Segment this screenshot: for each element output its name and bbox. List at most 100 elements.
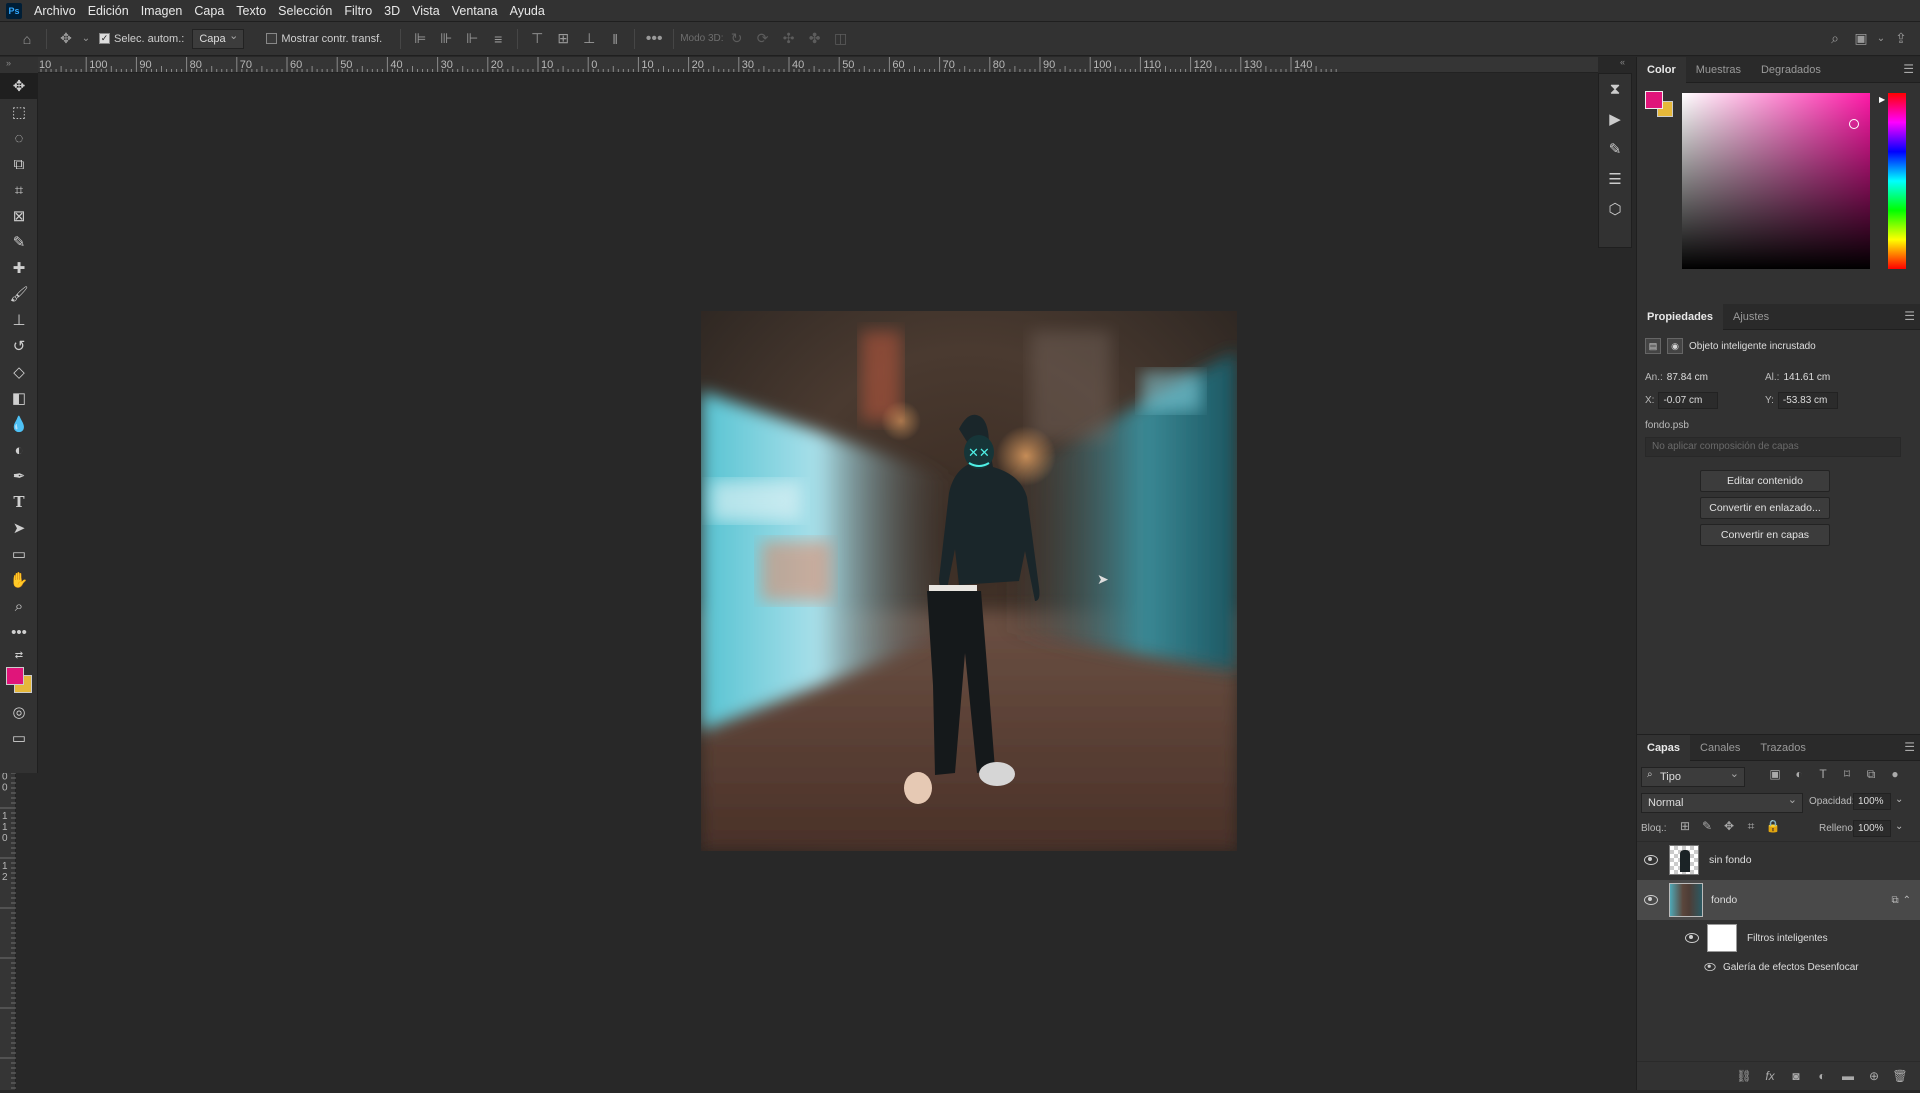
history-icon[interactable]: ⧗ (1599, 74, 1631, 104)
menu-filtro[interactable]: Filtro (338, 0, 378, 22)
hue-slider[interactable] (1888, 93, 1906, 269)
tab-channels[interactable]: Canales (1690, 735, 1750, 761)
new-layer-icon[interactable]: ⊕ (1861, 1069, 1887, 1083)
home-icon[interactable]: ⌂ (16, 28, 38, 50)
show-transform-checkbox[interactable] (266, 33, 278, 44)
screen-mode-icon[interactable]: ▭ (0, 725, 38, 751)
share-icon[interactable]: ⇪ (1890, 28, 1912, 50)
filter-toggle-icon[interactable]: ● (1885, 767, 1905, 782)
chevron-down-icon[interactable]: ⌄ (1895, 794, 1903, 805)
move-tool-icon[interactable]: ✥ (0, 73, 38, 99)
lock-all-icon[interactable]: 🔒 (1763, 819, 1783, 834)
document-image[interactable]: ✕✕ (701, 311, 1237, 851)
brush-settings-icon[interactable]: ✎ (1599, 134, 1631, 164)
menu-vista[interactable]: Vista (406, 0, 446, 22)
delete-layer-icon[interactable]: 🗑 (1887, 1069, 1913, 1083)
new-group-icon[interactable]: ▬ (1835, 1069, 1861, 1083)
filter-smart-object-icon[interactable]: ⧉ (1861, 767, 1881, 782)
lock-pixels-icon[interactable]: ✎ (1697, 819, 1717, 834)
panel-menu-icon[interactable]: ☰ (1903, 62, 1914, 76)
lasso-tool-icon[interactable]: ◌ (0, 125, 38, 151)
tab-paths[interactable]: Trazados (1750, 735, 1815, 761)
color-swatches[interactable] (0, 665, 37, 699)
panel-menu-icon[interactable]: ☰ (1904, 740, 1915, 754)
menu-texto[interactable]: Texto (230, 0, 272, 22)
menu-ayuda[interactable]: Ayuda (504, 0, 551, 22)
filter-adjustment-icon[interactable]: ◐ (1789, 767, 1809, 782)
tab-swatches[interactable]: Muestras (1686, 57, 1751, 83)
dodge-tool-icon[interactable]: ◐ (0, 437, 38, 463)
panel-menu-icon[interactable]: ☰ (1904, 309, 1915, 323)
menu-imagen[interactable]: Imagen (135, 0, 189, 22)
3d-cube-icon[interactable]: ⬡ (1599, 194, 1631, 224)
more-tools-icon[interactable]: ••• (0, 619, 38, 645)
menu-ventana[interactable]: Ventana (446, 0, 504, 22)
filter-shape-icon[interactable]: ⌑ (1837, 767, 1857, 782)
hand-tool-icon[interactable]: ✋ (0, 567, 38, 593)
healing-brush-tool-icon[interactable]: ✚ (0, 255, 38, 281)
move-tool-icon[interactable]: ✥ (55, 28, 77, 50)
add-mask-icon[interactable]: ◙ (1783, 1069, 1809, 1083)
tab-color[interactable]: Color (1637, 56, 1686, 83)
lock-position-icon[interactable]: ✥ (1719, 819, 1739, 834)
eyedropper-tool-icon[interactable]: ✎ (0, 229, 38, 255)
distribute-v-icon[interactable]: ‖ (604, 28, 626, 50)
filter-type-icon[interactable]: T (1813, 767, 1833, 782)
object-select-tool-icon[interactable]: ⧉ (0, 151, 38, 177)
color-picker-handle[interactable] (1849, 119, 1859, 129)
align-bottom-icon[interactable]: ⊥ (578, 28, 600, 50)
orbit-3d-icon[interactable]: ↻ (726, 28, 748, 50)
align-middle-v-icon[interactable]: ⊞ (552, 28, 574, 50)
path-select-tool-icon[interactable]: ➤ (0, 515, 38, 541)
align-left-icon[interactable]: ⊫ (409, 28, 431, 50)
filter-pixel-icon[interactable]: ▣ (1765, 767, 1785, 782)
menu-capa[interactable]: Capa (188, 0, 230, 22)
more-options-icon[interactable]: ••• (643, 28, 665, 50)
hue-slider-handle[interactable]: ▶ (1879, 95, 1885, 104)
rectangle-tool-icon[interactable]: ▭ (0, 541, 38, 567)
brush-tool-icon[interactable]: 🖌 (0, 281, 38, 307)
quick-mask-icon[interactable]: ◎ (0, 699, 38, 725)
opacity-field[interactable]: 100% (1853, 793, 1891, 810)
blend-mode-dropdown[interactable]: Normal (1641, 791, 1803, 813)
menu-edicion[interactable]: Edición (82, 0, 135, 22)
fill-field[interactable]: 100% (1853, 820, 1891, 837)
edit-contents-button[interactable]: Editar contenido (1700, 470, 1830, 492)
chevron-down-icon[interactable]: ⌄ (81, 28, 91, 50)
layer-style-fx-icon[interactable]: fx (1757, 1069, 1783, 1083)
align-top-icon[interactable]: ⊤ (526, 28, 548, 50)
adjustments-icon[interactable]: ☰ (1599, 164, 1631, 194)
crop-tool-icon[interactable]: ⌗ (0, 177, 38, 203)
foreground-color-swatch[interactable] (6, 667, 24, 685)
height-value[interactable]: 141.61 cm (1783, 372, 1830, 383)
new-adjustment-icon[interactable]: ◐ (1809, 1069, 1835, 1083)
pen-tool-icon[interactable]: ✒ (0, 463, 38, 489)
layer-comp-select[interactable]: No aplicar composición de capas (1645, 437, 1901, 457)
menu-seleccion[interactable]: Selección (272, 0, 338, 22)
zoom-tool-icon[interactable]: ⌕ (0, 593, 38, 619)
filter-name[interactable]: Galería de efectos Desenfocar (1723, 962, 1859, 973)
tab-properties[interactable]: Propiedades (1637, 303, 1724, 330)
chevron-up-icon[interactable]: ⌃ (1903, 895, 1911, 906)
layer-row-fondo[interactable]: fondo ⧉ ⌃ (1637, 880, 1920, 920)
color-field[interactable] (1682, 93, 1870, 269)
history-brush-tool-icon[interactable]: ↺ (0, 333, 38, 359)
frame-tool-icon[interactable]: ⊠ (0, 203, 38, 229)
chevron-down-icon[interactable]: ⌄ (1876, 28, 1886, 50)
tab-adjustments[interactable]: Ajustes (1723, 304, 1779, 330)
filter-row[interactable]: Galería de efectos Desenfocar (1637, 957, 1920, 977)
tab-gradients[interactable]: Degradados (1751, 57, 1831, 83)
width-value[interactable]: 87.84 cm (1667, 372, 1708, 383)
roll-3d-icon[interactable]: ⟳ (752, 28, 774, 50)
marquee-tool-icon[interactable]: ⬚ (0, 99, 38, 125)
slide-3d-icon[interactable]: ✤ (804, 28, 826, 50)
smart-filter-mask-thumbnail[interactable] (1707, 924, 1737, 952)
collapse-panels-icon[interactable]: « (1620, 57, 1625, 67)
actions-play-icon[interactable]: ▶ (1599, 104, 1631, 134)
align-right-icon[interactable]: ⊩ (461, 28, 483, 50)
visibility-eye-icon[interactable] (1704, 963, 1716, 971)
pan-3d-icon[interactable]: ✣ (778, 28, 800, 50)
distribute-h-icon[interactable]: ≡ (487, 28, 509, 50)
workspace-icon[interactable]: ▣ (1850, 28, 1872, 50)
layer-name[interactable]: fondo (1711, 894, 1737, 906)
